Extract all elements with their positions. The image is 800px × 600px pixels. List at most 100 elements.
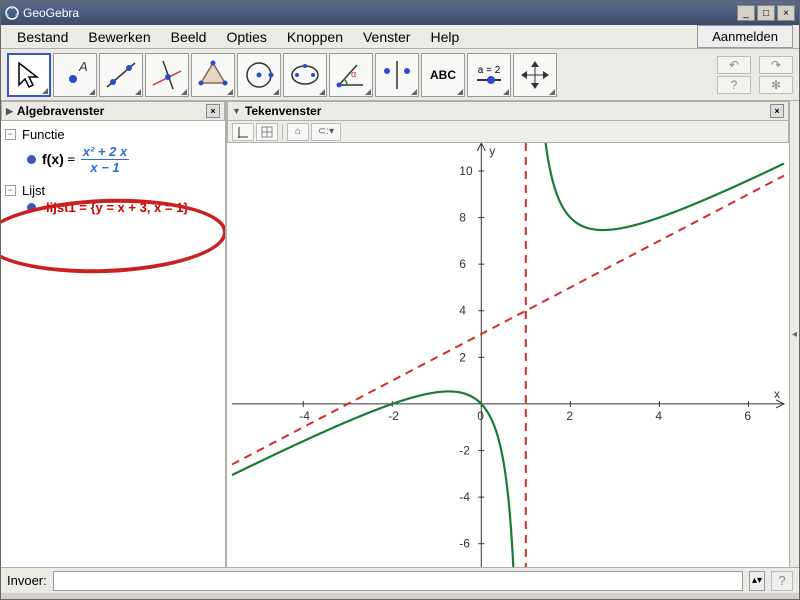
settings-button[interactable]: ✻ <box>759 76 793 94</box>
point-icon: A <box>57 57 93 93</box>
algebra-body[interactable]: − Functie f(x) = x² + 2 x x − 1 − Lijst … <box>1 121 225 567</box>
svg-text:2: 2 <box>566 409 573 423</box>
category-label: Functie <box>22 127 65 142</box>
svg-text:x: x <box>774 387 780 401</box>
redo-button[interactable]: ↷ <box>759 56 793 74</box>
tree-item-function[interactable]: f(x) = x² + 2 x x − 1 <box>23 144 221 175</box>
algebra-close-button[interactable]: × <box>206 104 220 118</box>
line-icon <box>103 57 139 93</box>
input-dropdown[interactable]: ▴▾ <box>749 571 765 591</box>
plot-svg: xy-4-20246-6-4-2246810 <box>227 143 789 567</box>
slider-tool[interactable]: a = 2 <box>467 53 511 97</box>
minimize-button[interactable]: _ <box>737 5 755 21</box>
visibility-dot[interactable] <box>27 155 36 164</box>
menu-tools[interactable]: Knoppen <box>277 26 353 48</box>
menu-options[interactable]: Opties <box>216 26 276 48</box>
app-icon <box>5 6 19 20</box>
menu-bar: Bestand Bewerken Beeld Opties Knoppen Ve… <box>1 25 799 49</box>
input-label: Invoer: <box>7 573 47 588</box>
polygon-tool[interactable] <box>191 53 235 97</box>
tree-item-list1[interactable]: lijst1 = {y = x + 3, x = 1} <box>23 200 221 215</box>
input-bar: Invoer: ▴▾ ? <box>1 567 799 593</box>
toggle-icon[interactable]: − <box>5 129 16 140</box>
svg-text:6: 6 <box>459 257 466 271</box>
window-title-wrap: GeoGebra <box>5 6 737 20</box>
svg-text:-2: -2 <box>459 444 470 458</box>
algebra-panel-header[interactable]: ▶ Algebravenster × <box>1 101 225 121</box>
collapse-icon[interactable]: ▼ <box>232 106 241 116</box>
conic-tool[interactable] <box>283 53 327 97</box>
svg-text:-6: -6 <box>459 537 470 551</box>
svg-text:-4: -4 <box>299 409 310 423</box>
point-tool[interactable]: A <box>53 53 97 97</box>
axes-icon <box>236 125 250 139</box>
ellipse-icon <box>287 57 323 93</box>
function-fraction: x² + 2 x x − 1 <box>81 144 129 175</box>
graphics-panel: ▼ Tekenvenster × ⌂ ⊂:▾ xy-4-20246-6-4-22… <box>227 101 789 567</box>
title-bar: GeoGebra _ □ × <box>1 1 799 25</box>
svg-text:-4: -4 <box>459 490 470 504</box>
toggle-icon[interactable]: − <box>5 185 16 196</box>
svg-text:8: 8 <box>459 211 466 225</box>
move-tool[interactable] <box>7 53 51 97</box>
text-tool[interactable]: ABC <box>421 53 465 97</box>
angle-tool[interactable]: α <box>329 53 373 97</box>
input-field[interactable] <box>53 571 743 591</box>
default-view-button[interactable]: ⌂ <box>287 123 309 141</box>
signin-button[interactable]: Aanmelden <box>697 25 793 48</box>
algebra-panel: ▶ Algebravenster × − Functie f(x) = x² +… <box>1 101 227 567</box>
menu-edit[interactable]: Bewerken <box>78 26 160 48</box>
circle-center-tool[interactable] <box>237 53 281 97</box>
svg-text:A: A <box>78 59 88 74</box>
graphics-panel-header[interactable]: ▼ Tekenvenster × <box>227 101 789 121</box>
tree-category-list[interactable]: − Lijst <box>5 183 221 198</box>
function-name: f(x) = <box>42 151 79 169</box>
reflect-tool[interactable] <box>375 53 419 97</box>
maximize-button[interactable]: □ <box>757 5 775 21</box>
circle-icon <box>241 57 277 93</box>
window-title: GeoGebra <box>23 6 79 20</box>
collapse-icon[interactable]: ▶ <box>6 106 13 117</box>
svg-text:2: 2 <box>459 350 466 364</box>
input-help-button[interactable]: ? <box>771 571 793 591</box>
polygon-icon <box>195 57 231 93</box>
workspace: ▶ Algebravenster × − Functie f(x) = x² +… <box>1 101 799 567</box>
svg-text:10: 10 <box>459 164 473 178</box>
grid-icon <box>260 125 274 139</box>
perpendicular-tool[interactable] <box>145 53 189 97</box>
toolbar-right: ↶ ↷ ? ✻ <box>717 56 793 94</box>
angle-icon: α <box>333 57 369 93</box>
reflect-icon <box>379 57 415 93</box>
tree-category-function[interactable]: − Functie <box>5 127 221 142</box>
move-graphics-tool[interactable] <box>513 53 557 97</box>
menu-view[interactable]: Beeld <box>161 26 217 48</box>
svg-text:6: 6 <box>744 409 751 423</box>
abc-icon: ABC <box>430 68 456 82</box>
help-tool-button[interactable]: ? <box>717 76 751 94</box>
graphics-toolbar: ⌂ ⊂:▾ <box>227 121 789 143</box>
slider-icon: a = 2 <box>477 65 501 84</box>
toggle-grid-button[interactable] <box>256 123 278 141</box>
toggle-axes-button[interactable] <box>232 123 254 141</box>
visibility-dot[interactable] <box>27 203 36 212</box>
point-capture-button[interactable]: ⊂:▾ <box>311 123 341 141</box>
line-tool[interactable] <box>99 53 143 97</box>
perpendicular-icon <box>149 57 185 93</box>
side-tab[interactable]: ◂ <box>789 101 799 567</box>
algebra-panel-title: Algebravenster <box>17 104 104 118</box>
move-arrows-icon <box>517 57 553 93</box>
window-buttons: _ □ × <box>737 5 795 21</box>
undo-button[interactable]: ↶ <box>717 56 751 74</box>
svg-text:y: y <box>489 144 495 158</box>
svg-text:4: 4 <box>655 409 662 423</box>
svg-text:-2: -2 <box>388 409 399 423</box>
graphics-close-button[interactable]: × <box>770 104 784 118</box>
close-button[interactable]: × <box>777 5 795 21</box>
menu-window[interactable]: Venster <box>353 26 420 48</box>
menu-help[interactable]: Help <box>420 26 469 48</box>
svg-text:4: 4 <box>459 304 466 318</box>
graphics-canvas[interactable]: xy-4-20246-6-4-2246810 <box>227 143 789 567</box>
tool-bar: A α ABC a = 2 ↶ ↷ ? ✻ <box>1 49 799 101</box>
graphics-panel-title: Tekenvenster <box>245 104 321 118</box>
menu-file[interactable]: Bestand <box>7 26 78 48</box>
